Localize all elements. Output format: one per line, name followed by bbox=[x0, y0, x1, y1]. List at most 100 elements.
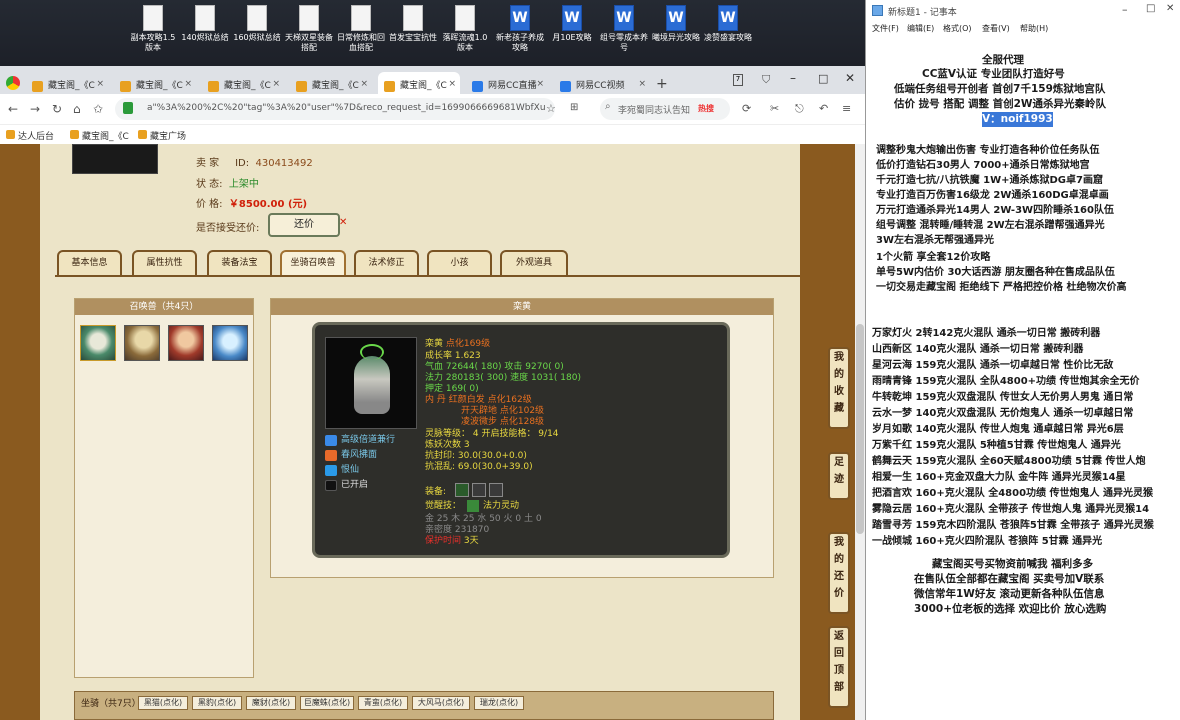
mount-tab[interactable]: 黑豹(点化) bbox=[192, 696, 242, 710]
tab-equipment[interactable]: 装备法宝 bbox=[207, 250, 272, 276]
tab-favicon-icon bbox=[296, 81, 307, 92]
my-favorites-button[interactable]: 我的收藏 bbox=[828, 347, 850, 429]
close-icon[interactable]: × bbox=[272, 79, 280, 89]
window-close-icon[interactable]: ✕ bbox=[845, 71, 855, 85]
tab-favicon-icon bbox=[560, 81, 571, 92]
refresh-extension-icon[interactable]: ⟳ bbox=[742, 102, 751, 115]
maximize-icon[interactable]: □ bbox=[818, 72, 828, 85]
text-line: 低价打造钻石30男人 7000+通杀日常炼狱地宫 bbox=[876, 160, 1090, 171]
url-input[interactable]: a"%3A%200%2C%20"tag"%3A%20"user"%7D&reco… bbox=[115, 98, 555, 120]
pet-skill[interactable]: 恨仙 bbox=[341, 465, 359, 476]
pet-fate: 押定 169( 0) bbox=[425, 384, 479, 394]
tab-basic-info[interactable]: 基本信息 bbox=[57, 250, 122, 276]
undo-icon[interactable]: ↶ bbox=[819, 102, 828, 115]
back-icon[interactable]: ← bbox=[8, 102, 18, 116]
detail-panel-title: 栾黄 bbox=[271, 299, 773, 315]
equip-slot-icon[interactable] bbox=[472, 483, 486, 497]
text-line: 千元打造七抗/八抗铁魔 1W+通杀炼狱DG卓7画窟 bbox=[876, 175, 1103, 186]
new-tab-icon[interactable]: + bbox=[656, 76, 668, 92]
text-line: 牛转乾坤 159克火双盘混队 传世女人无价男人男鬼 通日常 bbox=[872, 392, 1134, 403]
scrollbar-thumb[interactable] bbox=[856, 324, 864, 534]
favorite-star-icon[interactable]: ☆ bbox=[546, 102, 556, 115]
counter-offer-button[interactable]: 还价 bbox=[268, 213, 340, 237]
desktop-file-icon[interactable]: 日常修炼和回血搭配 bbox=[335, 5, 387, 53]
maximize-icon[interactable]: □ bbox=[1146, 3, 1155, 14]
desktop-word-icon[interactable]: W 曦境异光攻略 bbox=[650, 5, 702, 43]
pet-thumbnail[interactable] bbox=[212, 325, 248, 361]
tab-spells[interactable]: 法术修正 bbox=[354, 250, 419, 276]
menu-edit[interactable]: 编辑(E) bbox=[907, 23, 934, 34]
desktop-file-icon[interactable]: 140烬狱总结 bbox=[179, 5, 231, 43]
close-icon[interactable]: × bbox=[96, 79, 104, 89]
desktop-file-icon[interactable]: 落晖流魂1.0版本 bbox=[439, 5, 491, 53]
footprint-button[interactable]: 足迹 bbox=[828, 452, 850, 500]
menu-view[interactable]: 查看(V) bbox=[982, 23, 1010, 34]
pet-thumbnail[interactable] bbox=[80, 325, 116, 361]
tab-appearance[interactable]: 外观道具 bbox=[500, 250, 568, 276]
close-icon[interactable]: × bbox=[448, 79, 456, 89]
mount-tab[interactable]: 大风马(点化) bbox=[412, 696, 470, 710]
pet-image bbox=[325, 337, 417, 429]
text-line: 全服代理 bbox=[982, 54, 1024, 66]
text-line: 云水一梦 140克火双盘混队 无价炮鬼人 通杀一切卓越日常 bbox=[872, 408, 1134, 419]
menu-file[interactable]: 文件(F) bbox=[872, 23, 899, 34]
desktop-file-icon[interactable]: 160烬狱总结 bbox=[231, 5, 283, 43]
pet-thumbnail[interactable] bbox=[124, 325, 160, 361]
minimize-icon[interactable]: – bbox=[790, 71, 796, 85]
reload-icon[interactable]: ↻ bbox=[52, 102, 62, 116]
tab-favicon-icon bbox=[120, 81, 131, 92]
close-icon[interactable]: × bbox=[536, 79, 544, 89]
tab-favicon-icon bbox=[384, 81, 395, 92]
shirt-icon[interactable]: ⛉ bbox=[762, 73, 770, 87]
page-scrollbar[interactable] bbox=[855, 144, 865, 720]
desktop-file-icon[interactable]: 副本攻略1.5版本 bbox=[127, 5, 179, 53]
desktop-word-icon[interactable]: W 月10E攻略 bbox=[546, 5, 598, 43]
close-icon[interactable]: × bbox=[360, 79, 368, 89]
equip-slot-icon[interactable] bbox=[489, 483, 503, 497]
menu-icon[interactable]: ≡ bbox=[842, 102, 851, 115]
menu-format[interactable]: 格式(O) bbox=[943, 23, 972, 34]
tab-mounts-pets[interactable]: 坐骑召唤兽 bbox=[280, 250, 346, 276]
pet-skill[interactable]: 高级倍道兼行 bbox=[341, 435, 395, 446]
bookmark-item[interactable]: 藏宝阁_《C bbox=[70, 129, 129, 142]
back-to-top-button[interactable]: 返回顶部 bbox=[828, 626, 850, 708]
window-close-icon[interactable]: ✕ bbox=[1166, 3, 1174, 14]
mount-tab[interactable]: 黑猫(点化) bbox=[138, 696, 188, 710]
tab-children[interactable]: 小孩 bbox=[427, 250, 492, 276]
text-line: 在售队伍全部都在藏宝阁 买卖号加V联系 bbox=[914, 573, 1105, 585]
minimize-icon[interactable]: – bbox=[1122, 3, 1128, 16]
text-line: 组号调整 混转睡/睡转混 2W左右混杀蹭帮强通异光 bbox=[876, 220, 1105, 231]
close-icon[interactable]: × bbox=[184, 79, 192, 89]
desktop-file-icon[interactable]: 天梯双星装备搭配 bbox=[283, 5, 335, 53]
equip-slot-icon[interactable] bbox=[455, 483, 469, 497]
tab-search-icon[interactable]: 7 bbox=[733, 74, 743, 86]
desktop-file-icon[interactable]: 首发宝宝抗性 bbox=[387, 5, 439, 43]
star-bookmark-icon[interactable]: ✩ bbox=[93, 102, 103, 116]
cut-icon[interactable]: ⎋ bbox=[795, 102, 804, 116]
pet-thumbnail[interactable] bbox=[168, 325, 204, 361]
screenshot-icon[interactable]: ✂ bbox=[770, 102, 779, 115]
pet-skill[interactable]: 春风拂面 bbox=[341, 450, 377, 461]
bookmark-item[interactable]: 藏宝广场 bbox=[138, 129, 186, 142]
desktop-word-icon[interactable]: W 组号零成本养号 bbox=[598, 5, 650, 53]
bookmark-item[interactable]: 达人后台 bbox=[6, 129, 54, 142]
pet-neidan: 开天辟地 点化102级 bbox=[461, 406, 545, 416]
reading-mode-icon[interactable]: ⊞ bbox=[570, 102, 578, 113]
tab-attributes[interactable]: 属性抗性 bbox=[132, 250, 197, 276]
desktop-word-icon[interactable]: W 凌赞盛宴攻略 bbox=[702, 5, 754, 43]
home-icon[interactable]: ⌂ bbox=[73, 102, 81, 116]
my-offers-button[interactable]: 我的还价 bbox=[828, 532, 850, 614]
text-line: 调整秒鬼大炮输出伤害 专业打造各种价位任务队伍 bbox=[876, 145, 1100, 156]
hot-search-badge[interactable]: 热搜 bbox=[698, 103, 714, 114]
close-icon[interactable]: × bbox=[638, 79, 646, 89]
desktop-word-icon[interactable]: W 新老孩子养成攻略 bbox=[494, 5, 546, 53]
mount-tab[interactable]: 魔豺(点化) bbox=[246, 696, 296, 710]
mount-tab[interactable]: 巨魔蛛(点化) bbox=[300, 696, 354, 710]
menu-help[interactable]: 帮助(H) bbox=[1020, 23, 1048, 34]
secure-shield-icon bbox=[123, 102, 133, 114]
text-line: 1个火箭 享全套12价攻略 bbox=[876, 252, 991, 263]
mount-tab[interactable]: 瑞龙(点化) bbox=[474, 696, 524, 710]
forward-icon[interactable]: → bbox=[30, 102, 40, 116]
skill-icon bbox=[325, 450, 337, 461]
mount-tab[interactable]: 青蛮(点化) bbox=[358, 696, 408, 710]
